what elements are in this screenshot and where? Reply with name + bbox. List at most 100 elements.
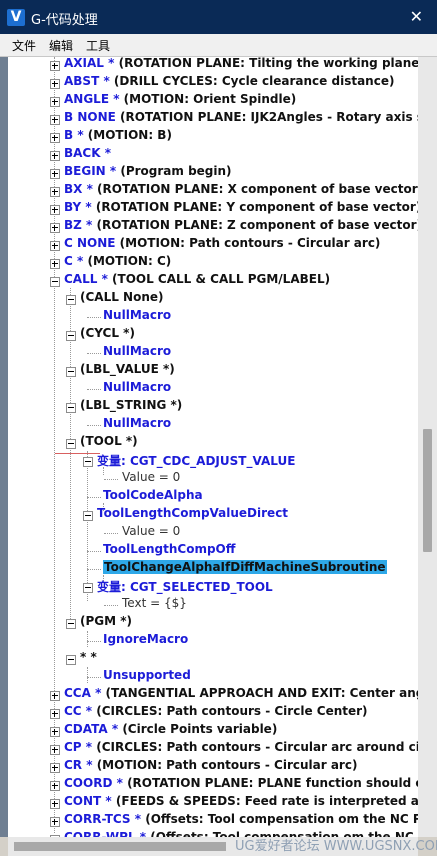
node-description: (MOTION: Path contours - Circular arc): [119, 236, 381, 250]
node-keyword: ABST *: [64, 74, 110, 88]
expand-icon[interactable]: [50, 151, 60, 161]
tree-line: [87, 631, 88, 647]
expand-icon[interactable]: [50, 781, 60, 791]
node-keyword: CORR-WPL *: [64, 830, 147, 837]
node-keyword: BZ *: [64, 218, 93, 232]
menu-tools[interactable]: 工具: [86, 37, 110, 54]
node-keyword: B NONE: [64, 110, 116, 124]
expand-icon[interactable]: [50, 241, 60, 251]
node-description: (TOOL CALL & CALL PGM/LABEL): [112, 272, 331, 286]
node-keyword: BX *: [64, 182, 93, 196]
node-keyword: B *: [64, 128, 84, 142]
node-keyword: BY *: [64, 200, 92, 214]
node-keyword: C *: [64, 254, 84, 268]
tree-leaf-nullmacro: NullMacro: [103, 416, 172, 430]
node-description: (ROTATION PLANE: X component of base vec…: [97, 182, 424, 196]
collapse-icon[interactable]: [66, 403, 76, 413]
expand-icon[interactable]: [50, 97, 60, 107]
tree-node-variable: 变量: CGT_SELECTED_TOOL: [97, 580, 273, 594]
node-keyword: C NONE: [64, 236, 116, 250]
tree-node-pgm: (PGM *): [80, 614, 133, 628]
collapse-icon[interactable]: [83, 511, 93, 521]
expand-icon[interactable]: [50, 817, 60, 827]
node-description: (MOTION: Orient Spindle): [123, 92, 297, 106]
tree-line: [87, 451, 88, 601]
close-icon[interactable]: ✕: [410, 7, 423, 26]
node-keyword: CR *: [64, 758, 93, 772]
expand-icon[interactable]: [50, 61, 60, 71]
vertical-scrollbar[interactable]: [418, 57, 437, 837]
collapse-icon[interactable]: [66, 655, 76, 665]
expand-icon[interactable]: [50, 205, 60, 215]
collapse-icon[interactable]: [66, 367, 76, 377]
expand-icon[interactable]: [50, 187, 60, 197]
expand-icon[interactable]: [50, 79, 60, 89]
tree-node-lbl-value: (LBL_VALUE *): [80, 362, 175, 376]
vertical-scroll-thumb[interactable]: [423, 429, 432, 552]
node-description: (Circle Points variable): [122, 722, 278, 736]
background-window-strip: [0, 57, 8, 837]
node-description: (FEEDS & SPEEDS: Feed rate is interprete…: [115, 794, 426, 808]
expand-icon[interactable]: [50, 709, 60, 719]
node-keyword: COORD *: [64, 776, 123, 790]
expand-icon[interactable]: [50, 691, 60, 701]
expand-icon[interactable]: [50, 727, 60, 737]
node-description: (DRILL CYCLES: Cycle clearance distance): [113, 74, 395, 88]
tree-line: [87, 497, 101, 498]
node-description: (Offsets: Tool compensation om the NC Pr…: [145, 812, 426, 826]
tree-leaf-macro: ToolCodeAlpha: [103, 488, 203, 502]
node-keyword: CCA *: [64, 686, 102, 700]
tree-leaf-ignoremacro: IgnoreMacro: [103, 632, 189, 646]
node-description: (ROTATION PLANE: IJK2Angles - Rotary axi…: [120, 110, 426, 124]
expand-icon[interactable]: [50, 169, 60, 179]
tree-line: [104, 605, 118, 606]
node-description: (ROTATION PLANE: Y component of base vec…: [95, 200, 422, 214]
tree-leaf-macro: ToolLengthCompOff: [103, 542, 236, 556]
expand-icon[interactable]: [50, 223, 60, 233]
collapse-icon[interactable]: [66, 295, 76, 305]
tree-leaf-nullmacro: NullMacro: [103, 380, 172, 394]
node-description: (CIRCLES: Path contours - Circle Center): [96, 704, 368, 718]
node-keyword: CC *: [64, 704, 93, 718]
node-description: (TANGENTIAL APPROACH AND EXIT: Center an…: [105, 686, 426, 700]
expand-icon[interactable]: [50, 763, 60, 773]
tree-line: [87, 641, 101, 642]
tree-node-cycl: (CYCL *): [80, 326, 135, 340]
tree-line: [87, 677, 101, 678]
tree-node-star: * *: [80, 650, 97, 664]
node-keyword: BACK *: [64, 146, 111, 160]
tree-leaf-nullmacro: NullMacro: [103, 344, 172, 358]
collapse-icon[interactable]: [83, 457, 93, 467]
expand-icon[interactable]: [50, 745, 60, 755]
horizontal-scroll-thumb[interactable]: [14, 842, 226, 851]
watermark: UG爱好者论坛 WWW.UGSNX.COM: [235, 839, 437, 854]
tree-node-call-none: (CALL None): [80, 290, 164, 304]
node-description: (ROTATION PLANE: PLANE function should o…: [127, 776, 426, 790]
node-keyword: CALL *: [64, 272, 108, 286]
collapse-icon[interactable]: [83, 583, 93, 593]
collapse-icon[interactable]: [50, 277, 60, 287]
node-keyword: ANGLE *: [64, 92, 120, 106]
tree-node-variable: ToolLengthCompValueDirect: [97, 506, 289, 520]
tree-node-lbl-string: (LBL_STRING *): [80, 398, 183, 412]
tree-leaf-value: Value = 0: [122, 524, 181, 538]
node-description: (MOTION: C): [87, 254, 172, 268]
tree-line: [87, 353, 101, 354]
node-keyword: CONT *: [64, 794, 112, 808]
menu-edit[interactable]: 编辑: [49, 37, 73, 54]
collapse-icon[interactable]: [66, 439, 76, 449]
collapse-icon[interactable]: [66, 619, 76, 629]
tree-line: [87, 317, 101, 318]
tree-line: [104, 479, 118, 480]
expand-icon[interactable]: [50, 799, 60, 809]
tree-line: [87, 667, 88, 683]
node-description: (MOTION: Path contours - Circular arc): [96, 758, 358, 772]
menu-file[interactable]: 文件: [12, 37, 36, 54]
expand-icon[interactable]: [50, 259, 60, 269]
collapse-icon[interactable]: [66, 331, 76, 341]
node-keyword: CDATA *: [64, 722, 119, 736]
expand-icon[interactable]: [50, 115, 60, 125]
expand-icon[interactable]: [50, 133, 60, 143]
node-description: (ROTATION PLANE: Z component of base vec…: [96, 218, 423, 232]
gcode-tree[interactable]: AXIAL * (ROTATION PLANE: Tilting the wor…: [8, 57, 426, 837]
